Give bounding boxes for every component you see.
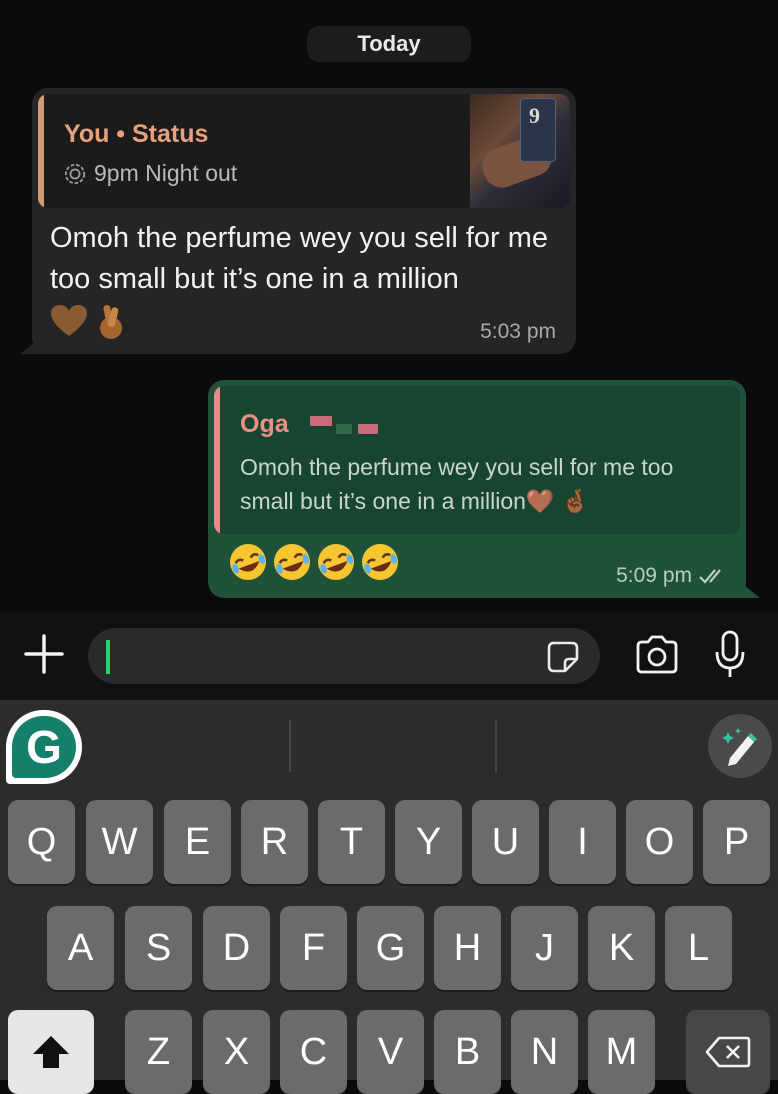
key-q[interactable]: Q: [8, 800, 75, 884]
quote-subtitle-row: 9pm Night out: [64, 160, 237, 187]
grammarly-letter: G: [12, 716, 76, 778]
outgoing-timestamp: 5:09 pm: [616, 564, 692, 587]
key-i[interactable]: I: [549, 800, 616, 884]
redaction-mark: [336, 424, 352, 434]
sticker-icon[interactable]: [546, 640, 580, 674]
redaction-mark: [358, 424, 378, 434]
status-thumbnail[interactable]: 9: [470, 94, 570, 208]
brown-heart-icon: [51, 305, 87, 336]
rolling-laughing-icon: [274, 544, 310, 580]
incoming-emoji-row: [50, 302, 126, 340]
keyboard: G Q W E R T Y U I O P A S D F G H J K L …: [0, 700, 778, 1094]
key-h[interactable]: H: [434, 906, 501, 990]
key-l[interactable]: L: [665, 906, 732, 990]
microphone-icon[interactable]: [712, 630, 748, 680]
backspace-icon: [705, 1036, 751, 1068]
shift-key[interactable]: [8, 1010, 94, 1094]
key-t[interactable]: T: [318, 800, 385, 884]
key-n[interactable]: N: [511, 1010, 578, 1094]
outgoing-timestamp-row: 5:09 pm: [616, 564, 728, 588]
outgoing-message[interactable]: Oga Omoh the perfume wey you sell for me…: [208, 380, 746, 598]
status-icon: [64, 163, 86, 184]
key-s[interactable]: S: [125, 906, 192, 990]
key-x[interactable]: X: [203, 1010, 270, 1094]
suggestion-divider: [289, 720, 291, 772]
key-c[interactable]: C: [280, 1010, 347, 1094]
camera-icon[interactable]: [634, 634, 680, 676]
key-k[interactable]: K: [588, 906, 655, 990]
quote-accent-bar: [38, 94, 44, 208]
message-composer: [0, 612, 778, 700]
thumbnail-bottle: 9: [520, 98, 556, 162]
reply-quote-text: Omoh the perfume wey you sell for me too…: [240, 454, 674, 514]
key-a[interactable]: A: [47, 906, 114, 990]
plus-icon[interactable]: [22, 632, 66, 676]
backspace-key[interactable]: [686, 1010, 770, 1094]
rolling-laughing-icon: [362, 544, 398, 580]
outgoing-emoji-row: [228, 542, 400, 582]
key-z[interactable]: Z: [125, 1010, 192, 1094]
reply-accent-bar: [214, 386, 220, 534]
key-p[interactable]: P: [703, 800, 770, 884]
grammarly-logo[interactable]: G: [6, 710, 82, 784]
key-r[interactable]: R: [241, 800, 308, 884]
key-v[interactable]: V: [357, 1010, 424, 1094]
key-b[interactable]: B: [434, 1010, 501, 1094]
key-o[interactable]: O: [626, 800, 693, 884]
key-y[interactable]: Y: [395, 800, 462, 884]
incoming-message-text: Omoh the perfume wey you sell for me too…: [50, 222, 549, 295]
key-f[interactable]: F: [280, 906, 347, 990]
quote-title: You • Status: [64, 120, 209, 148]
quote-subtitle: 9pm Night out: [94, 160, 238, 186]
reply-sender-name: Oga: [240, 410, 289, 438]
text-caret: [106, 640, 110, 674]
date-separator: Today: [307, 26, 471, 62]
crossed-fingers-icon: [100, 305, 122, 339]
key-d[interactable]: D: [203, 906, 270, 990]
message-input[interactable]: [88, 628, 600, 684]
rolling-laughing-icon: [318, 544, 354, 580]
suggestion-divider: [495, 720, 497, 772]
key-m[interactable]: M: [588, 1010, 655, 1094]
incoming-message[interactable]: You • Status 9pm Night out 9 Omoh the pe…: [32, 88, 576, 354]
double-check-icon: [699, 569, 721, 584]
key-e[interactable]: E: [164, 800, 231, 884]
reply-quote[interactable]: Oga Omoh the perfume wey you sell for me…: [214, 386, 740, 534]
pen-icon: [722, 728, 757, 766]
key-j[interactable]: J: [511, 906, 578, 990]
shift-arrow-icon: [33, 1036, 69, 1068]
key-w[interactable]: W: [86, 800, 153, 884]
key-g[interactable]: G: [357, 906, 424, 990]
incoming-timestamp: 5:03 pm: [480, 320, 556, 343]
thumbnail-number: 9: [529, 103, 540, 128]
rolling-laughing-icon: [230, 544, 266, 580]
status-quote[interactable]: You • Status 9pm Night out 9: [38, 94, 570, 208]
pen-sparkle-icon[interactable]: [708, 714, 772, 778]
key-u[interactable]: U: [472, 800, 539, 884]
redaction-mark: [310, 416, 332, 426]
